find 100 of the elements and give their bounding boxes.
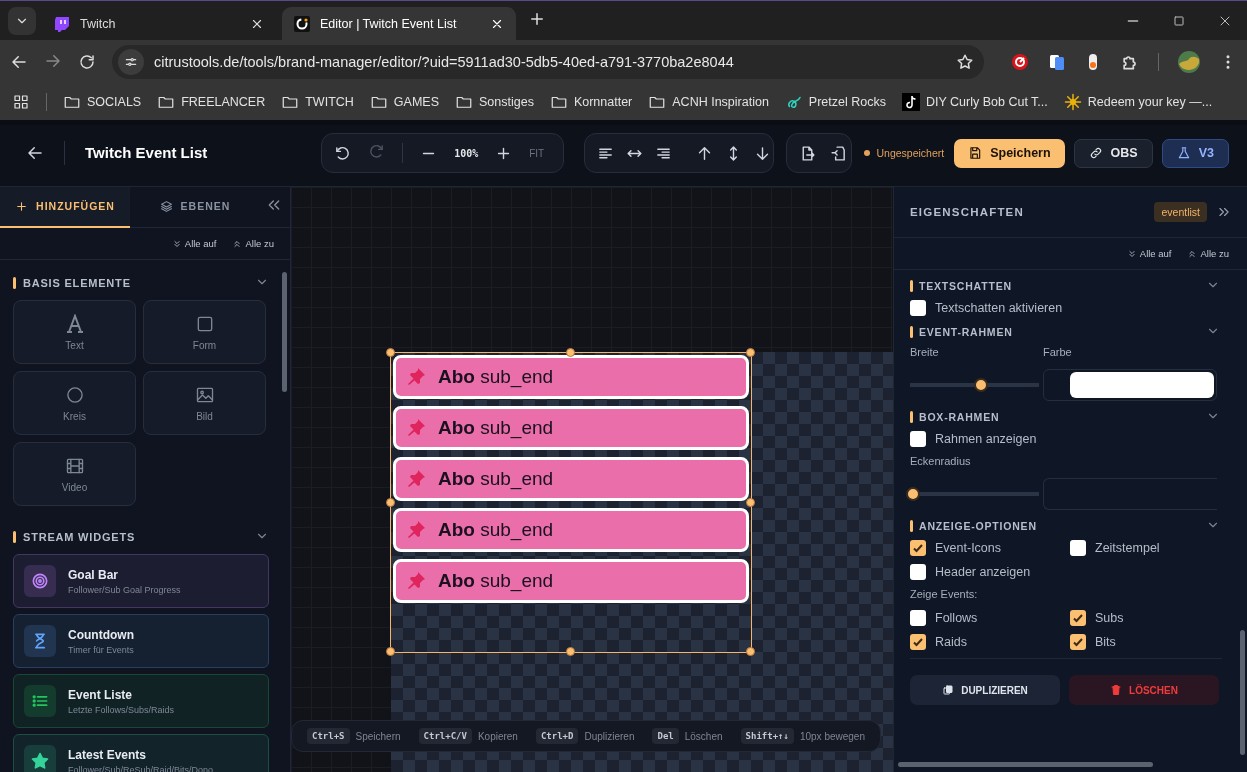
widget-card[interactable]: Latest Events Follower/Sub/ReSub/Raid/Bits/Dono [13,734,269,772]
back-icon[interactable] [26,144,44,162]
section-heading[interactable]: TEXTSCHATTEN [919,280,1012,292]
undo-icon[interactable] [334,144,352,162]
slider-thumb[interactable] [905,487,920,501]
bookmark[interactable]: FREELANCER [157,93,266,111]
element-tile[interactable]: Text [13,300,136,364]
element-tile[interactable]: Form [143,300,266,364]
bookmark[interactable]: SOCIALS [63,93,142,111]
element-tile[interactable]: Bild [143,371,266,435]
color-field[interactable] [1043,369,1217,401]
link-icon [1088,146,1103,160]
widget-card[interactable]: Goal Bar Follower/Sub Goal Progress [13,554,269,608]
element-tile[interactable]: Kreis [13,371,136,435]
floppy-icon [968,146,983,160]
address-bar[interactable]: citrustools.de/tools/brand-manager/editor/?uid=5911ad30-5db5-40ed-a791-3770ba2e8044 [112,45,984,79]
obs-button[interactable]: OBS [1073,138,1153,168]
section-heading[interactable]: EVENT-RAHMEN [919,326,1013,338]
panel-tab[interactable]: HINZUFÜGEN [0,186,130,228]
resize-handle[interactable] [386,497,395,507]
checkbox[interactable] [1070,610,1086,626]
apps-grid-icon[interactable] [12,93,30,111]
event-item[interactable]: Abo sub_end [393,457,749,501]
slider-thumb[interactable] [973,378,988,392]
checkbox[interactable] [910,564,926,580]
site-settings-icon[interactable] [124,55,138,69]
double-chevron-up-icon [232,238,243,249]
checkbox[interactable] [910,610,926,626]
event-item[interactable]: Abo sub_end [393,508,749,552]
version-button[interactable]: V3 [1161,138,1229,168]
resize-handle[interactable] [386,647,395,656]
resize-handle[interactable] [566,348,575,357]
widget-subtitle: Letzte Follows/Subs/Raids [68,704,175,715]
checkbox[interactable] [910,431,926,447]
zoom-level: 100% [454,147,479,159]
section-heading[interactable]: BASIS ELEMENTE [23,277,131,289]
element-tile[interactable]: Video [13,442,136,506]
double-chevron-up-icon [1187,248,1198,259]
resize-handle[interactable] [746,348,755,357]
bookmark[interactable]: TWITCH [281,93,354,111]
import-icon[interactable] [830,144,848,162]
pushpin-icon [406,367,426,387]
field-label: Eckenradius [910,455,972,468]
reload-icon[interactable] [78,53,96,71]
collapse-all-link[interactable]: Alle zu [232,238,274,249]
bookmark[interactable]: Redeem your key —... [1063,93,1213,111]
bookmark[interactable]: Kornnatter [549,93,633,111]
widget-card[interactable]: Event Liste Letzte Follows/Subs/Raids [13,674,269,728]
field-label: Breite [910,346,940,359]
fit-button[interactable]: FIT [529,147,545,159]
bookmark[interactable]: GAMES [369,93,439,111]
save-button[interactable]: Speichern [954,138,1065,168]
duplicate-button[interactable]: DUPLIZIEREN [910,675,1060,705]
delete-button[interactable]: LÖSCHEN [1069,675,1219,705]
checkbox-label: Raids [935,635,967,649]
event-item[interactable]: Abo sub_end [393,406,749,450]
resize-handle[interactable] [746,497,755,507]
browser-tab[interactable]: Editor | Twitch Event List [282,7,516,40]
section-heading[interactable]: ANZEIGE-OPTIONEN [919,520,1037,532]
bookmark[interactable]: ACNH Inspiration [648,93,769,111]
event-item[interactable]: Abo sub_end [393,355,749,399]
event-item[interactable]: Abo sub_end [393,559,749,603]
expand-all-link[interactable]: Alle auf [171,238,217,249]
event-text: Abo sub_end [438,417,554,439]
browser-tab[interactable]: Twitch [42,7,276,40]
checkbox[interactable] [910,634,926,650]
resize-handle[interactable] [746,647,755,656]
layers-icon [159,199,173,213]
expand-panel-icon[interactable] [1217,205,1231,219]
collapse-all-link[interactable]: Alle zu [1187,248,1229,259]
section-heading[interactable]: STREAM WIDGETS [23,531,136,543]
tree-emblem-icon [1063,93,1082,111]
resize-handle[interactable] [566,647,575,656]
extension-icon[interactable] [1010,52,1030,72]
trash-icon [1110,684,1123,696]
checkbox[interactable] [1070,540,1086,556]
collapse-panel-icon[interactable] [266,197,282,213]
shortcut-label: Speichern [355,730,401,742]
event-text: Abo sub_end [438,570,554,592]
section-heading[interactable]: BOX-RAHMEN [919,411,1000,423]
new-tab-icon[interactable] [528,10,546,28]
input-field[interactable] [1043,478,1217,510]
widget-card[interactable]: Countdown Timer für Events [13,614,269,668]
bookmark[interactable]: Sonstiges [455,93,534,111]
extension-icon[interactable] [1048,53,1066,71]
key-hint: Del [652,728,679,744]
resize-handle[interactable] [386,348,395,357]
bookmark[interactable]: DIY Curly Bob Cut T... [901,93,1048,111]
profile-avatar[interactable] [1177,50,1201,74]
back-icon[interactable] [10,53,28,71]
expand-all-link[interactable]: Alle auf [1126,248,1172,259]
panel-tab[interactable]: EBENEN [130,186,260,228]
double-chevron-down-icon [1126,248,1137,259]
bookmark[interactable]: Pretzel Rocks [784,93,886,111]
circle-icon [64,384,85,405]
checkbox[interactable] [1070,634,1086,650]
checkbox[interactable] [910,540,926,556]
bookmark-star-icon[interactable] [956,53,974,71]
shortcut-label: Löschen [684,730,723,742]
checkbox[interactable] [910,300,926,316]
